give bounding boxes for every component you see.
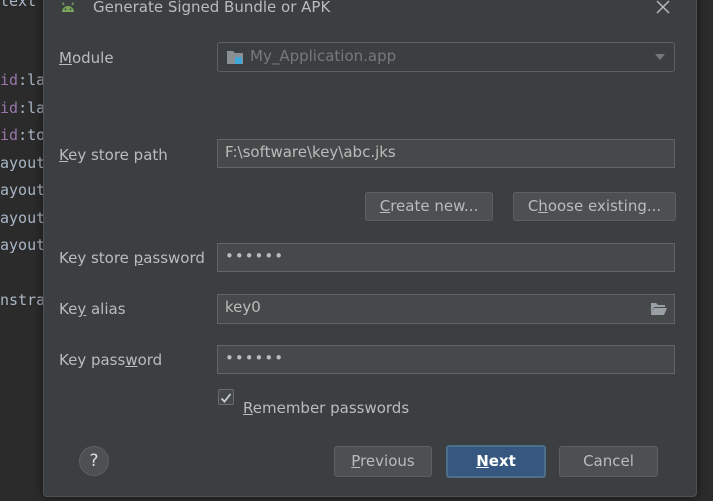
code-line: id:la bbox=[0, 99, 46, 117]
key-alias-input[interactable]: key0 bbox=[217, 294, 675, 324]
code-line: ayout bbox=[0, 154, 46, 172]
cancel-button[interactable]: Cancel bbox=[559, 446, 658, 477]
choose-existing-button[interactable]: Choose existing... bbox=[513, 192, 676, 221]
key-password-input[interactable]: •••••• bbox=[217, 345, 675, 374]
module-value: My_Application.app bbox=[250, 47, 397, 65]
next-button[interactable]: Next bbox=[446, 445, 546, 478]
remember-passwords-checkbox[interactable] bbox=[218, 389, 234, 405]
chevron-down-icon bbox=[655, 54, 665, 60]
key-alias-label: Key alias bbox=[59, 300, 126, 318]
generate-signed-apk-dialog: Generate Signed Bundle or APK Module My_… bbox=[43, 0, 697, 497]
code-line: ayout bbox=[0, 181, 46, 199]
code-line: id:la bbox=[0, 71, 46, 89]
android-icon bbox=[61, 2, 75, 12]
code-line: id:to bbox=[0, 126, 46, 144]
module-folder-icon bbox=[227, 51, 243, 64]
key-store-path-label: Key store path bbox=[59, 146, 168, 164]
code-line: ayout bbox=[0, 236, 46, 254]
checkmark-icon bbox=[220, 393, 232, 403]
dialog-titlebar: Generate Signed Bundle or APK bbox=[44, 0, 696, 19]
key-alias-value: key0 bbox=[225, 298, 261, 316]
folder-open-icon[interactable] bbox=[650, 301, 668, 316]
module-select[interactable]: My_Application.app bbox=[217, 42, 675, 72]
code-line: ayout bbox=[0, 209, 46, 227]
create-new-button[interactable]: Create new... bbox=[365, 192, 493, 221]
key-password-label: Key password bbox=[59, 351, 163, 369]
previous-button[interactable]: Previous bbox=[334, 446, 432, 477]
dialog-title: Generate Signed Bundle or APK bbox=[93, 0, 331, 16]
code-line: text bbox=[0, 0, 37, 10]
key-store-password-input[interactable]: •••••• bbox=[217, 243, 675, 272]
code-line: nstra bbox=[0, 291, 46, 309]
help-button[interactable]: ? bbox=[79, 446, 109, 476]
code-editor-background: text id:la id:la id:to ayout ayout ayout… bbox=[0, 0, 46, 501]
key-store-path-input[interactable]: F:\software\key\abc.jks bbox=[217, 139, 675, 168]
close-icon[interactable] bbox=[653, 0, 673, 17]
key-store-password-label: Key store password bbox=[59, 249, 205, 267]
module-label: Module bbox=[59, 49, 114, 67]
remember-passwords-label[interactable]: Remember passwords bbox=[243, 399, 409, 417]
